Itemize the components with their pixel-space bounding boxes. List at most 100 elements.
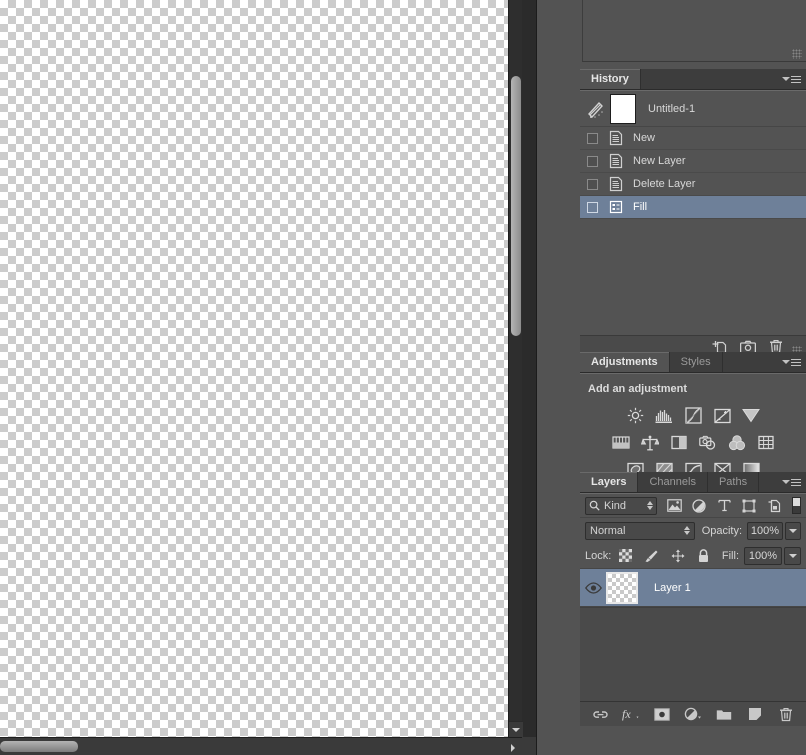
adjustment-circle-icon[interactable] bbox=[691, 498, 707, 514]
smart-object-icon[interactable] bbox=[766, 498, 782, 514]
move-arrows-icon[interactable] bbox=[670, 548, 685, 563]
vertical-scrollbar-thumb[interactable] bbox=[511, 76, 521, 336]
panel-menu-icon bbox=[791, 358, 801, 366]
layer-thumbnail[interactable] bbox=[606, 571, 638, 604]
fill-label: Fill: bbox=[721, 549, 739, 562]
canvas-horizontal-scrollbar[interactable] bbox=[0, 737, 522, 755]
brush-icon[interactable] bbox=[644, 548, 659, 563]
canvas-vertical-scrollbar[interactable] bbox=[508, 0, 523, 737]
shape-icon[interactable] bbox=[741, 498, 757, 514]
fill-dropdown-button[interactable] bbox=[784, 546, 801, 565]
history-state-label: New bbox=[633, 132, 656, 144]
layers-panel-menu-button[interactable] bbox=[782, 472, 806, 492]
history-state-icon bbox=[609, 130, 623, 146]
layer-name-label: Layer 1 bbox=[654, 581, 691, 594]
fill-input[interactable]: 100% bbox=[744, 546, 782, 565]
adjustments-tabbar: Adjustments Styles bbox=[580, 352, 806, 373]
scroll-down-button[interactable] bbox=[509, 721, 523, 737]
layer-filter-kind-select[interactable]: Kind bbox=[585, 496, 657, 515]
history-state-label: Delete Layer bbox=[633, 178, 696, 190]
history-state-row[interactable]: New Layer bbox=[580, 150, 806, 173]
history-state-source-checkbox[interactable] bbox=[587, 178, 598, 190]
canvas-transparent-surface[interactable] bbox=[0, 0, 522, 737]
brightness-icon[interactable] bbox=[626, 407, 644, 425]
tab-channels[interactable]: Channels bbox=[638, 472, 708, 492]
color-balance-icon[interactable] bbox=[640, 434, 659, 452]
chevron-down-icon bbox=[782, 480, 790, 484]
channel-mixer-icon[interactable] bbox=[728, 434, 746, 452]
layers-filter-row: Kind bbox=[580, 494, 806, 518]
history-state-row[interactable]: Delete Layer bbox=[580, 173, 806, 196]
color-lookup-icon[interactable] bbox=[757, 434, 775, 452]
checkerboard-icon[interactable] bbox=[618, 548, 633, 563]
layers-empty-space bbox=[580, 607, 806, 701]
chevron-down-icon bbox=[788, 553, 797, 558]
blend-mode-select[interactable]: Normal bbox=[585, 521, 695, 540]
history-state-row-selected[interactable]: Fill bbox=[580, 196, 806, 219]
layers-panel: Layers Channels Paths Kind Normal Opacit… bbox=[580, 472, 806, 755]
tab-history-label: History bbox=[591, 73, 629, 85]
history-state-label: New Layer bbox=[633, 155, 686, 167]
add-layer-mask-button[interactable] bbox=[653, 705, 671, 723]
exposure-icon[interactable] bbox=[713, 407, 731, 425]
opacity-input[interactable]: 100% bbox=[747, 521, 783, 540]
tab-paths[interactable]: Paths bbox=[707, 472, 760, 492]
image-icon[interactable] bbox=[666, 498, 682, 514]
history-state-source-checkbox[interactable] bbox=[587, 132, 598, 144]
history-state-icon bbox=[609, 176, 623, 192]
opacity-label: Opacity: bbox=[701, 524, 743, 537]
filter-enable-toggle[interactable] bbox=[792, 497, 801, 514]
upper-dock-region bbox=[580, 0, 806, 69]
tab-layers-label: Layers bbox=[591, 476, 627, 488]
chevron-down-icon bbox=[782, 360, 790, 364]
layers-lock-row: Lock: Fill: 100% bbox=[580, 543, 806, 569]
tab-styles-label: Styles bbox=[680, 356, 711, 368]
layers-body: Kind Normal Opacity: 100% Lock: Fill: 10… bbox=[580, 493, 806, 726]
delete-layer-button[interactable] bbox=[777, 705, 795, 723]
eye-icon[interactable] bbox=[580, 581, 606, 594]
hue-saturation-icon[interactable] bbox=[611, 434, 630, 452]
link-layers-button[interactable] bbox=[591, 705, 609, 723]
stepper-icon[interactable] bbox=[647, 501, 653, 510]
photo-filter-icon[interactable] bbox=[698, 434, 717, 452]
tab-history[interactable]: History bbox=[580, 69, 641, 89]
adjustments-row-2 bbox=[580, 429, 806, 456]
vibrance-icon[interactable] bbox=[742, 407, 760, 425]
scroll-right-button[interactable] bbox=[506, 738, 522, 755]
layers-list: Layer 1 bbox=[580, 569, 806, 701]
stepper-icon[interactable] bbox=[683, 526, 690, 535]
new-fill-adjustment-button[interactable] bbox=[684, 705, 702, 723]
history-state-row[interactable]: New bbox=[580, 127, 806, 150]
tab-adjustments[interactable]: Adjustments bbox=[580, 352, 670, 372]
new-group-button[interactable] bbox=[715, 705, 733, 723]
history-panel-menu-button[interactable] bbox=[782, 69, 806, 89]
history-empty-space bbox=[580, 219, 806, 335]
history-body: Untitled-1 New New Layer Delete Layer Fi… bbox=[580, 90, 806, 357]
panel-resize-grip[interactable] bbox=[792, 49, 802, 59]
new-layer-button[interactable] bbox=[746, 705, 764, 723]
layer-style-button[interactable]: fx bbox=[622, 705, 640, 723]
lock-icon[interactable] bbox=[696, 548, 711, 563]
lock-label: Lock: bbox=[585, 549, 612, 562]
text-t-icon[interactable] bbox=[716, 498, 732, 514]
layer-filter-kind-label: Kind bbox=[604, 499, 627, 512]
chevron-down-icon bbox=[782, 77, 790, 81]
history-snapshot-row[interactable]: Untitled-1 bbox=[580, 91, 806, 127]
adjustments-heading: Add an adjustment bbox=[588, 383, 688, 395]
tab-layers[interactable]: Layers bbox=[580, 472, 639, 492]
layer-row[interactable]: Layer 1 bbox=[580, 569, 806, 607]
black-white-icon[interactable] bbox=[670, 434, 688, 452]
tab-channels-label: Channels bbox=[649, 476, 696, 488]
levels-icon[interactable] bbox=[655, 407, 673, 425]
history-state-source-checkbox[interactable] bbox=[587, 155, 598, 167]
history-fill-icon bbox=[609, 199, 623, 215]
tab-paths-label: Paths bbox=[718, 476, 748, 488]
tab-styles[interactable]: Styles bbox=[669, 352, 723, 372]
search-icon bbox=[589, 500, 600, 511]
opacity-dropdown-button[interactable] bbox=[784, 521, 802, 540]
layer-filter-icons bbox=[666, 498, 782, 514]
history-state-source-checkbox[interactable] bbox=[587, 201, 598, 213]
adjustments-panel-menu-button[interactable] bbox=[782, 352, 806, 372]
horizontal-scrollbar-thumb[interactable] bbox=[0, 741, 78, 752]
curves-icon[interactable] bbox=[684, 407, 702, 425]
